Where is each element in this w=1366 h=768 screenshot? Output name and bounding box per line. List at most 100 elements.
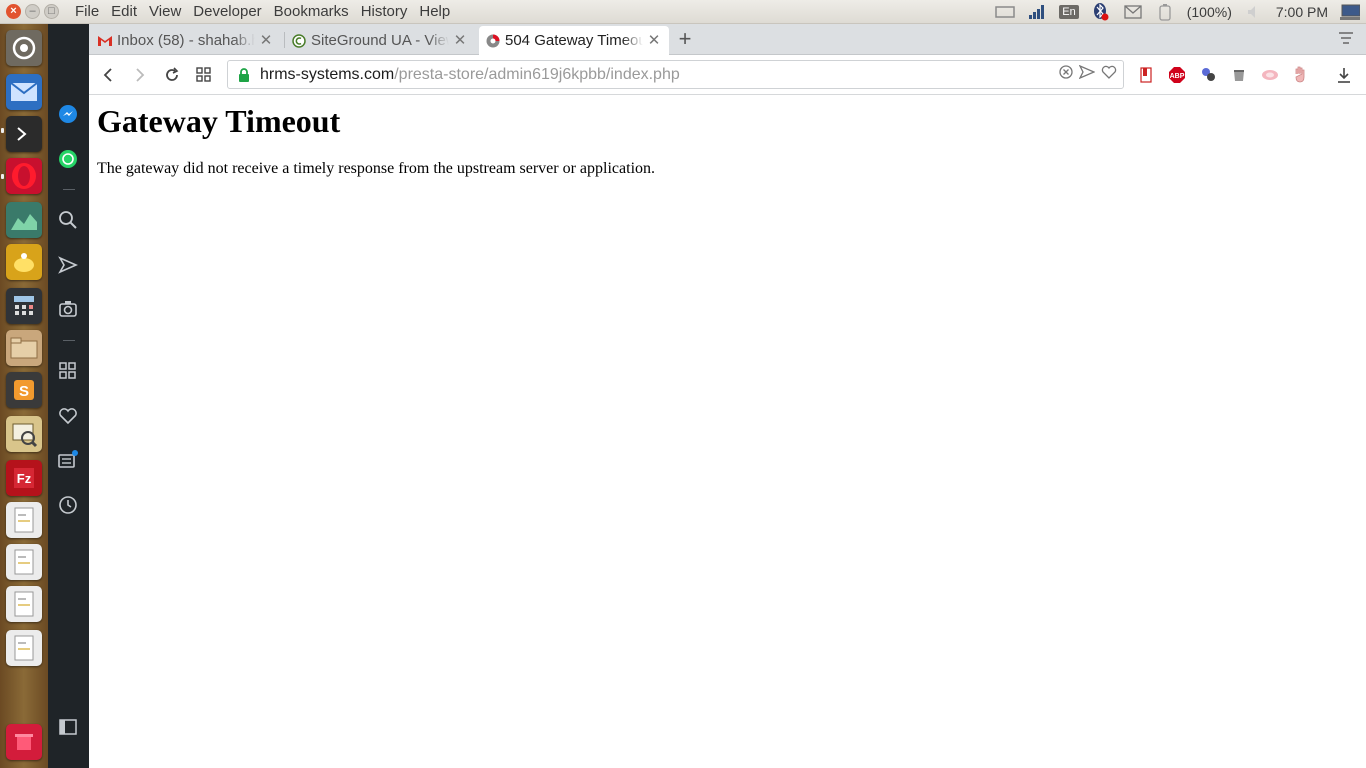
sidebar-separator [63,340,75,341]
menu-edit[interactable]: Edit [105,0,143,24]
new-tab-button[interactable]: + [675,28,695,50]
document-icon[interactable] [6,502,42,538]
cup-extension-icon[interactable] [1229,65,1249,85]
page-title: Gateway Timeout [97,103,341,139]
tab-title: 504 Gateway Timeout [505,32,643,49]
tab-title: Inbox (58) - shahab.h [117,32,255,49]
document-icon[interactable] [6,544,42,580]
chevron-right-icon [136,68,145,82]
url-path: /presta-store/admin619j6kpbb/index.php [394,65,680,83]
tab-menu-icon[interactable] [1338,31,1354,47]
document-icon[interactable] [6,586,42,622]
menu-file[interactable]: File [69,0,105,24]
network-signal-icon[interactable] [1027,4,1047,20]
forward-button[interactable] [129,64,151,86]
tab-gmail-inbox[interactable]: Inbox (58) - shahab.h ✕ [91,26,281,55]
terminal-icon[interactable] [6,116,42,152]
opera-page-icon [485,33,501,49]
sublime-text-icon[interactable]: S [6,372,42,408]
send-page-icon[interactable] [1078,64,1096,84]
window-controls: × – □ [6,4,59,19]
keyboard-language-badge[interactable]: En [1059,4,1079,19]
session-icon[interactable] [1340,4,1360,20]
system-tray: En (100%) 7:00 PM [995,2,1366,21]
menu-view[interactable]: View [143,0,187,24]
close-icon[interactable]: ✕ [647,33,661,48]
close-icon[interactable]: ✕ [453,33,467,48]
error-message: The gateway did not receive a timely res… [97,160,656,177]
tab-gateway-timeout[interactable]: 504 Gateway Timeout ✕ [479,26,669,55]
app-menu: File Edit View Developer Bookmarks Histo… [69,0,456,24]
url-host: hrms-systems.com [260,65,395,83]
news-icon[interactable] [56,448,80,472]
menu-help[interactable]: Help [413,0,456,24]
menu-developer[interactable]: Developer [187,0,267,24]
display-icon[interactable] [995,4,1015,20]
sidebar-toggle-icon[interactable] [56,715,80,739]
browser-toolbar: hrms-systems.com/presta-store/admin619j6… [89,55,1366,95]
calculator-icon[interactable] [6,288,42,324]
sidebar-separator [63,189,75,190]
menu-history[interactable]: History [355,0,414,24]
svg-text:S: S [19,383,29,400]
image-viewer-icon[interactable] [6,416,42,452]
filezilla-icon[interactable]: Fz [6,460,42,496]
system-monitor-icon[interactable] [6,202,42,238]
page-content: Gateway Timeout The gateway did not rece… [89,96,1366,768]
gmail-icon [97,33,113,49]
battery-percent: (100%) [1186,3,1232,20]
volume-icon[interactable] [1244,4,1264,20]
running-indicator [1,128,4,133]
address-bar[interactable]: hrms-systems.com/presta-store/admin619j6… [227,60,1124,89]
files-icon[interactable] [6,330,42,366]
camera-icon[interactable] [56,297,80,321]
svg-text:ABP: ABP [1170,73,1185,80]
bookmark-heart-icon[interactable] [1101,65,1117,84]
block-ads-icon[interactable] [1059,65,1073,84]
tab-title: SiteGround UA - View [311,32,449,49]
history-clock-icon[interactable] [56,493,80,517]
adblock-plus-icon[interactable]: ABP [1167,65,1187,85]
app-launcher: S Fz [0,24,48,768]
people-extension-icon[interactable] [1198,65,1218,85]
bluetooth-icon[interactable] [1091,2,1111,20]
lock-icon[interactable] [232,65,256,85]
chevron-left-icon [103,68,112,82]
clock[interactable]: 7:00 PM [1276,4,1328,20]
search-icon[interactable] [56,208,80,232]
window-minimize-button[interactable]: – [25,4,40,19]
mail-icon[interactable] [1123,4,1143,20]
trash-icon[interactable] [6,724,42,760]
window-close-button[interactable]: × [6,4,21,19]
speed-dial-button[interactable] [193,64,215,86]
messenger-icon[interactable] [56,102,80,126]
eraser-extension-icon[interactable] [1260,65,1280,85]
bookmark-extension-icon[interactable] [1136,65,1156,85]
menu-bookmarks[interactable]: Bookmarks [268,0,355,24]
grid-icon [196,67,211,82]
heart-bookmarks-icon[interactable] [56,404,80,428]
tab-siteground[interactable]: SiteGround UA - View ✕ [285,26,475,55]
speed-dial-icon[interactable] [56,359,80,383]
svg-text:Fz: Fz [17,471,32,486]
battery-icon[interactable] [1155,3,1175,21]
mail-client-icon[interactable] [6,74,42,110]
send-icon[interactable] [56,253,80,277]
tab-strip: Inbox (58) - shahab.h ✕ SiteGround UA - … [89,24,1366,55]
running-indicator [1,174,4,179]
dash-home-icon[interactable] [6,30,42,66]
download-icon[interactable] [1334,65,1354,85]
whatsapp-icon[interactable] [56,147,80,171]
system-menubar: × – □ File Edit View Developer Bookmarks… [0,0,1366,24]
browser-sidebar [48,24,89,768]
window-maximize-button[interactable]: □ [44,4,59,19]
hand-extension-icon[interactable] [1291,65,1311,85]
siteground-icon [291,33,307,49]
reload-button[interactable] [161,64,183,86]
document-icon[interactable] [6,630,42,666]
back-button[interactable] [97,64,119,86]
opera-browser-icon[interactable] [6,158,42,194]
reload-icon [166,67,179,81]
close-icon[interactable]: ✕ [259,33,273,48]
teapot-app-icon[interactable] [6,244,42,280]
